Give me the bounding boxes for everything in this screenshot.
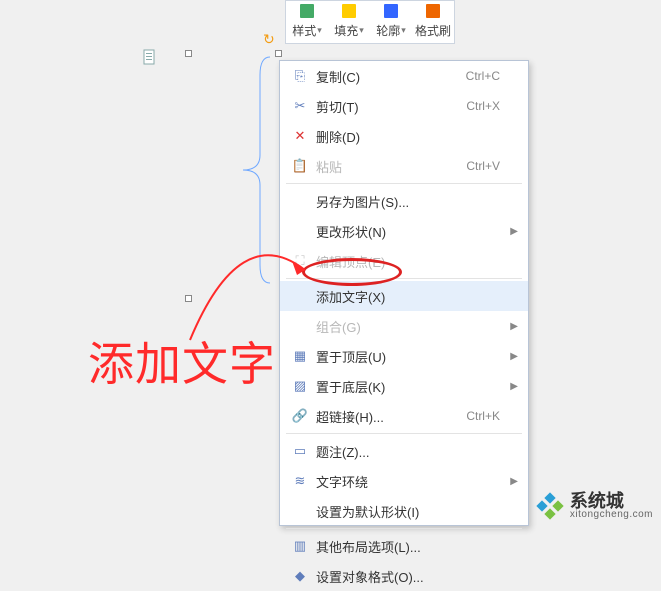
- paste-icon: 📋: [290, 156, 310, 176]
- separator: [286, 278, 522, 279]
- delete-label: 删除(D): [316, 127, 360, 146]
- bring-front-submenu-arrow: ▶: [510, 351, 518, 362]
- menu-change-shape[interactable]: 更改形状(N) ▶: [280, 216, 528, 246]
- delete-icon: ✕: [290, 126, 310, 146]
- menu-more-layout[interactable]: ▥ 其他布局选项(L)...: [280, 531, 528, 561]
- cut-shortcut: Ctrl+X: [466, 99, 500, 113]
- handle-bottom[interactable]: [185, 295, 192, 302]
- hyperlink-icon: 🔗: [290, 406, 310, 426]
- paste-label: 粘贴: [316, 157, 342, 176]
- change-shape-label: 更改形状(N): [316, 222, 386, 241]
- group-icon: [290, 316, 310, 336]
- outline-icon: [382, 2, 400, 20]
- menu-bring-front[interactable]: ▦ 置于顶层(U) ▶: [280, 341, 528, 371]
- cut-label: 剪切(T): [316, 97, 359, 116]
- outline-label: 轮廓▾: [376, 22, 406, 39]
- cut-icon: ✂: [290, 96, 310, 116]
- change-shape-submenu-arrow: ▶: [510, 226, 518, 237]
- paste-shortcut: Ctrl+V: [466, 159, 500, 173]
- menu-add-text[interactable]: 添加文字(X): [280, 281, 528, 311]
- format-painter-button[interactable]: 格式刷: [412, 1, 454, 43]
- style-label: 样式▾: [292, 22, 322, 39]
- style-button[interactable]: 样式▾: [286, 1, 328, 43]
- brace-shape[interactable]: [165, 55, 280, 285]
- bring-front-label: 置于顶层(U): [316, 347, 386, 366]
- more-layout-icon: ▥: [290, 536, 310, 556]
- menu-copy[interactable]: ⎘ 复制(C) Ctrl+C: [280, 61, 528, 91]
- watermark-logo: [536, 492, 564, 520]
- outline-button[interactable]: 轮廓▾: [370, 1, 412, 43]
- menu-group: 组合(G) ▶: [280, 311, 528, 341]
- hyperlink-label: 超链接(H)...: [316, 407, 384, 426]
- menu-set-default[interactable]: 设置为默认形状(I): [280, 496, 528, 526]
- shape-toolbar: 样式▾ 填充▾ 轮廓▾ 格式刷: [285, 0, 455, 44]
- menu-hyperlink[interactable]: 🔗 超链接(H)... Ctrl+K: [280, 401, 528, 431]
- send-back-label: 置于底层(K): [316, 377, 385, 396]
- text-wrap-submenu-arrow: ▶: [510, 476, 518, 487]
- fill-label: 填充▾: [334, 22, 364, 39]
- edit-points-label: 编辑顶点(E): [316, 252, 385, 271]
- set-default-icon: [290, 501, 310, 521]
- add-text-label: 添加文字(X): [316, 287, 385, 306]
- watermark-title: 系统城: [570, 492, 653, 510]
- separator: [286, 433, 522, 434]
- save-as-image-icon: [290, 191, 310, 211]
- annotation-text: 添加文字: [88, 328, 276, 394]
- hyperlink-shortcut: Ctrl+K: [466, 409, 500, 423]
- watermark: 系统城 xitongcheng.com: [536, 492, 653, 520]
- menu-paste: 📋 粘贴 Ctrl+V: [280, 151, 528, 181]
- menu-object-format[interactable]: ◆ 设置对象格式(O)...: [280, 561, 528, 591]
- menu-caption[interactable]: ▭ 题注(Z)...: [280, 436, 528, 466]
- copy-label: 复制(C): [316, 67, 360, 86]
- menu-text-wrap[interactable]: ≋ 文字环绕 ▶: [280, 466, 528, 496]
- copy-icon: ⎘: [290, 66, 310, 86]
- watermark-sub: xitongcheng.com: [570, 510, 653, 520]
- send-back-icon: ▨: [290, 376, 310, 396]
- menu-edit-points: ⛶ 编辑顶点(E): [280, 246, 528, 276]
- caption-label: 题注(Z)...: [316, 442, 369, 461]
- canvas-area: ↻: [125, 45, 305, 305]
- more-layout-label: 其他布局选项(L)...: [316, 537, 421, 556]
- rotate-handle-icon[interactable]: ↻: [263, 31, 275, 48]
- caption-icon: ▭: [290, 441, 310, 461]
- object-format-icon: ◆: [290, 566, 310, 586]
- edit-points-icon: ⛶: [290, 251, 310, 271]
- group-label: 组合(G): [316, 317, 361, 336]
- send-back-submenu-arrow: ▶: [510, 381, 518, 392]
- page-icon: [143, 49, 157, 65]
- change-shape-icon: [290, 221, 310, 241]
- menu-send-back[interactable]: ▨ 置于底层(K) ▶: [280, 371, 528, 401]
- save-as-image-label: 另存为图片(S)...: [316, 192, 409, 211]
- fill-icon: [340, 2, 358, 20]
- copy-shortcut: Ctrl+C: [466, 69, 500, 83]
- bring-front-icon: ▦: [290, 346, 310, 366]
- style-icon: [298, 2, 316, 20]
- menu-save-as-image[interactable]: 另存为图片(S)...: [280, 186, 528, 216]
- text-wrap-label: 文字环绕: [316, 472, 368, 491]
- menu-cut[interactable]: ✂ 剪切(T) Ctrl+X: [280, 91, 528, 121]
- format-painter-icon: [424, 2, 442, 20]
- context-menu: ⎘ 复制(C) Ctrl+C ✂ 剪切(T) Ctrl+X ✕ 删除(D) 📋 粘贴 Ctrl+V 另…: [279, 60, 529, 526]
- format-painter-label: 格式刷: [415, 22, 451, 39]
- separator: [286, 183, 522, 184]
- group-submenu-arrow: ▶: [510, 321, 518, 332]
- add-text-icon: [290, 286, 310, 306]
- menu-delete[interactable]: ✕ 删除(D): [280, 121, 528, 151]
- fill-button[interactable]: 填充▾: [328, 1, 370, 43]
- separator: [286, 528, 522, 529]
- text-wrap-icon: ≋: [290, 471, 310, 491]
- set-default-label: 设置为默认形状(I): [316, 502, 419, 521]
- object-format-label: 设置对象格式(O)...: [316, 567, 424, 586]
